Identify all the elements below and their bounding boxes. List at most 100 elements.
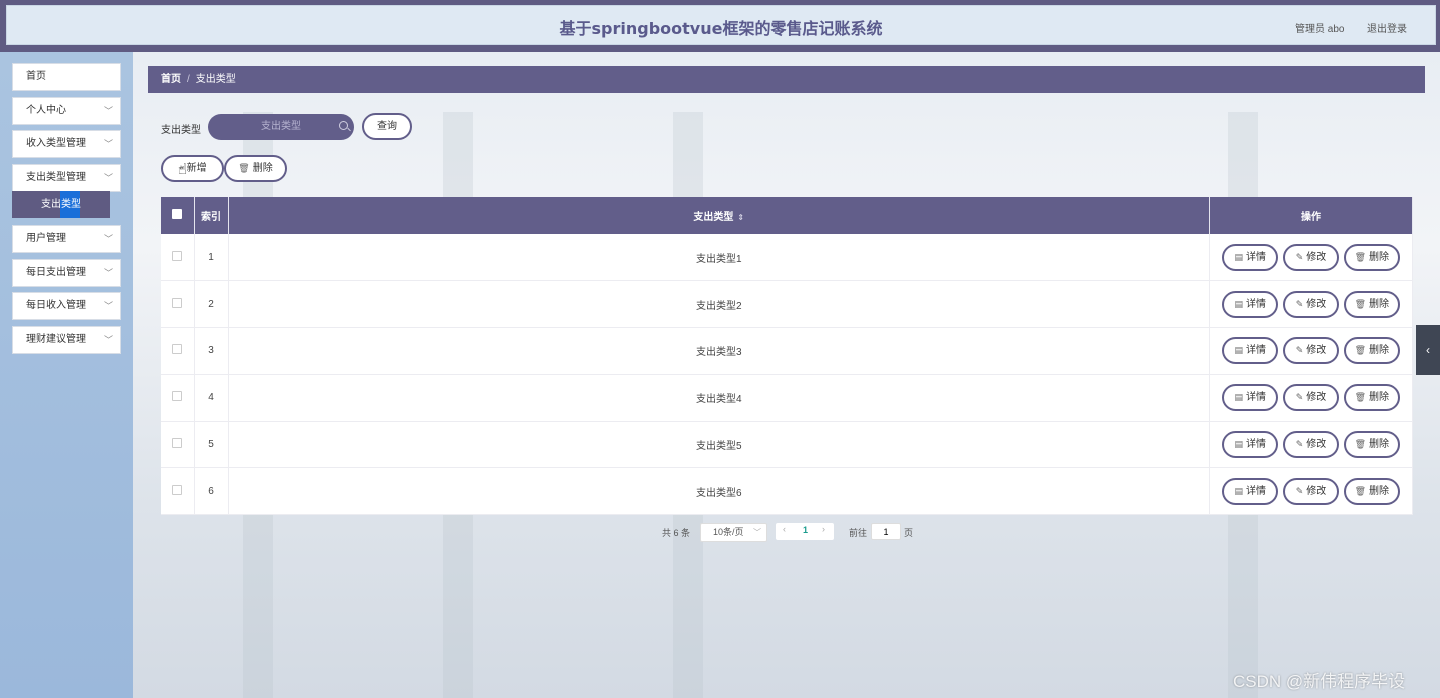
document-icon: ▤ (1234, 298, 1243, 309)
sidebar-item-daily-expense[interactable]: 每日支出管理 ﹀ (12, 259, 121, 287)
chevron-down-icon: ﹀ (103, 106, 113, 116)
trash-icon: 🗑 (1354, 439, 1366, 450)
detail-button[interactable]: ▤ 详情 (1222, 431, 1279, 459)
sidebar-item-user-management[interactable]: 用户管理 ﹀ (12, 225, 121, 253)
delete-button[interactable]: 🗑 删除 (1343, 477, 1400, 505)
page-size-select[interactable]: 10条/页 ﹀ (700, 523, 767, 542)
type-header[interactable]: 支出类型 ⇕ (228, 197, 1210, 234)
trash-icon: 🗑 (238, 163, 250, 173)
detail-button[interactable]: ▤ 详情 (1222, 384, 1279, 412)
delete-button[interactable]: 🗑 删除 (1343, 431, 1400, 459)
next-page-button[interactable]: › (822, 524, 825, 534)
sidebar-item-label: 用户管理 (26, 233, 66, 244)
mouse-cursor-icon: ☝ (178, 161, 188, 178)
goto-page-input[interactable] (871, 523, 901, 540)
edit-label: 修改 (1306, 251, 1327, 263)
sidebar-item-expense-type[interactable]: 支出类型管理 ﹀ (12, 164, 121, 192)
row-actions: ▤ 详情 ✎ 修改 🗑 删除 (1209, 467, 1413, 516)
edit-button[interactable]: ✎ 修改 (1283, 477, 1339, 505)
row-index: 2 (194, 280, 229, 329)
trash-icon: 🗑 (1354, 345, 1366, 356)
row-checkbox[interactable] (172, 297, 183, 308)
sidebar-item-income-type[interactable]: 收入类型管理 ﹀ (12, 130, 121, 158)
row-checkbox-cell (161, 421, 195, 469)
sidebar-item-finance-advice[interactable]: 理财建议管理 ﹀ (12, 326, 121, 354)
row-checkbox-cell (161, 467, 195, 516)
edit-label: 修改 (1306, 392, 1327, 404)
header-bar: 基于springbootvue框架的零售店记账系统 管理员 abo 退出登录 (6, 5, 1436, 45)
edit-label: 修改 (1306, 345, 1327, 357)
row-type: 支出类型5 (228, 421, 1210, 469)
trash-icon: 🗑 (1354, 251, 1366, 262)
select-all-checkbox[interactable] (172, 209, 183, 219)
detail-label: 详情 (1245, 298, 1266, 310)
actions-header: 操作 (1209, 197, 1413, 234)
sidebar-item-label: 个人中心 (26, 105, 66, 116)
search-input[interactable] (208, 114, 354, 140)
document-icon: ▤ (1234, 251, 1243, 262)
detail-button[interactable]: ▤ 详情 (1222, 477, 1279, 505)
detail-button[interactable]: ▤ 详情 (1222, 337, 1279, 365)
row-checkbox-cell (161, 327, 195, 375)
logout-link[interactable]: 退出登录 (1367, 20, 1407, 35)
sort-icon[interactable]: ⇕ (737, 213, 744, 222)
document-icon: ▤ (1234, 485, 1243, 496)
document-icon: ▤ (1234, 392, 1243, 403)
breadcrumb: 首页 / 支出类型 (148, 66, 1425, 93)
search-icon (339, 121, 348, 130)
edit-button[interactable]: ✎ 修改 (1283, 431, 1339, 459)
batch-delete-button[interactable]: 🗑 删除 (224, 155, 287, 182)
current-page-number[interactable]: 1 (803, 525, 808, 535)
query-button[interactable]: 查询 (362, 113, 412, 140)
pencil-icon: ✎ (1295, 251, 1304, 262)
goto-label: 前往 (849, 528, 868, 538)
pencil-icon: ✎ (1295, 485, 1304, 496)
detail-button[interactable]: ▤ 详情 (1222, 290, 1279, 318)
sidebar-item-label: 理财建议管理 (26, 334, 86, 345)
pencil-icon: ✎ (1295, 345, 1304, 356)
table-row: 1 支出类型1 ▤ 详情 ✎ 修改 🗑 删除 (161, 234, 1413, 282)
select-all-cell (161, 197, 195, 234)
row-index: 5 (194, 421, 229, 469)
delete-button[interactable]: 🗑 删除 (1343, 337, 1400, 365)
row-type: 支出类型3 (228, 327, 1210, 375)
top-header: 基于springbootvue框架的零售店记账系统 管理员 abo 退出登录 (0, 0, 1440, 52)
edit-button[interactable]: ✎ 修改 (1283, 337, 1339, 365)
row-checkbox[interactable] (172, 250, 183, 261)
breadcrumb-home[interactable]: 首页 (161, 74, 181, 85)
trash-icon: 🗑 (1354, 485, 1366, 496)
admin-user-label: 管理员 abo (1295, 24, 1345, 35)
main-content: 首页/支出类型 支出类型 查询 +新增 🗑删除 索引 支出类型⇕ 操作 1支出类… (133, 52, 1440, 698)
row-checkbox[interactable] (172, 391, 183, 402)
sidebar-item-home[interactable]: 首页 (12, 63, 121, 91)
delete-button[interactable]: 🗑 删除 (1343, 243, 1400, 271)
add-button[interactable]: + 新增 (161, 155, 224, 182)
delete-button[interactable]: 🗑 删除 (1343, 384, 1400, 412)
row-actions: ▤ 详情 ✎ 修改 🗑 删除 (1209, 280, 1413, 329)
sidebar-subitem-expense-type[interactable]: 支出类型 (12, 191, 110, 218)
row-checkbox[interactable] (172, 484, 183, 495)
edit-button[interactable]: ✎ 修改 (1283, 243, 1339, 271)
prev-page-button[interactable]: ‹ (783, 524, 786, 534)
edit-button[interactable]: ✎ 修改 (1283, 384, 1339, 412)
edit-button[interactable]: ✎ 修改 (1283, 290, 1339, 318)
row-index: 4 (194, 374, 229, 422)
sidebar-item-daily-income[interactable]: 每日收入管理 ﹀ (12, 292, 121, 320)
watermark: CSDN @新伟程序毕设 (1233, 672, 1406, 691)
pencil-icon: ✎ (1295, 298, 1304, 309)
data-table: 索引 支出类型 ⇕ 操作 1 支出类型1 ▤ 详情 ✎ 修改 🗑 删除 2 支出类型2 ▤ 详情 ✎… (161, 197, 1413, 516)
detail-button[interactable]: ▤ 详情 (1222, 243, 1279, 271)
collapse-panel-button[interactable]: ‹ (1416, 325, 1440, 375)
page-size-value: 10条/页 (713, 527, 744, 537)
row-checkbox[interactable] (172, 344, 183, 355)
chevron-down-icon: ﹀ (103, 301, 113, 311)
chevron-down-icon: ﹀ (103, 234, 113, 244)
total-count: 共 6 条 (662, 528, 691, 538)
delete-button[interactable]: 🗑 删除 (1343, 290, 1400, 318)
row-actions: ▤ 详情 ✎ 修改 🗑 删除 (1209, 421, 1413, 469)
row-checkbox-cell (161, 374, 195, 422)
row-index: 6 (194, 467, 229, 516)
row-checkbox[interactable] (172, 438, 183, 449)
sidebar-item-label: 每日支出管理 (26, 267, 86, 278)
sidebar-item-personal-center[interactable]: 个人中心 ﹀ (12, 97, 121, 125)
